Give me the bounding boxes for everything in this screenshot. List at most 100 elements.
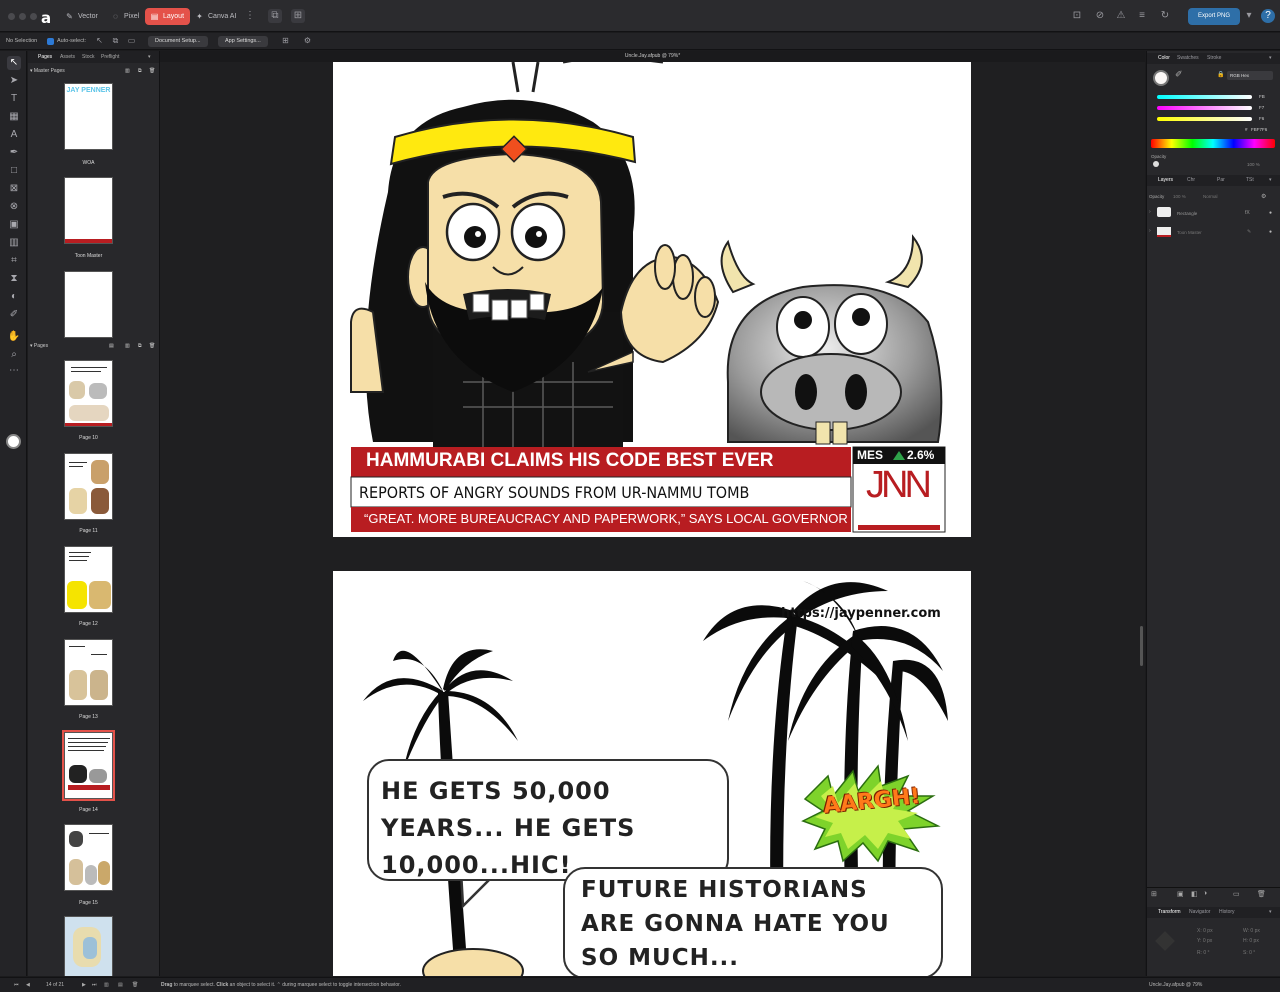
spectrum-bar[interactable] (1151, 139, 1275, 148)
align-icon[interactable]: ≡ (1135, 9, 1149, 23)
next-page-icon[interactable]: ▶ (82, 978, 86, 992)
trash-icon[interactable]: 🗑 (1257, 890, 1266, 898)
rectangle-tool-icon[interactable]: □ (7, 164, 21, 178)
delete-master-icon[interactable]: 🗑 (149, 68, 155, 74)
visibility-eye-icon[interactable]: ● (1269, 210, 1272, 216)
group-select-icon[interactable]: ⧉ (110, 35, 121, 46)
layer-row-toon-master[interactable]: › Toon Master ✎ ● (1147, 224, 1280, 242)
color-well[interactable] (6, 434, 21, 449)
transform-w[interactable]: W: 0 px (1243, 928, 1260, 934)
pointer-select-icon[interactable]: ↖ (94, 35, 105, 46)
hand-tool-icon[interactable]: ✋ (7, 330, 21, 344)
red-slider[interactable] (1157, 95, 1252, 99)
master-thumb-toon[interactable]: Toon Master (64, 177, 113, 259)
prev-page-icon[interactable]: ◀ (26, 978, 30, 992)
more-options-icon[interactable]: ⋮ (243, 9, 257, 23)
persona-vector[interactable]: ✎ Vector (60, 8, 104, 25)
page-thumb[interactable]: Page 13 (64, 639, 113, 720)
master-pages-header[interactable]: ▾ Master Pages (30, 68, 65, 74)
tab-text-styles[interactable]: TSt (1246, 175, 1254, 186)
page-thumb[interactable]: Page 11 (64, 453, 113, 534)
page-options-icon[interactable]: ▤ (109, 343, 114, 349)
node-tool-icon[interactable]: ➤ (7, 74, 21, 88)
vector-crop-tool-icon[interactable]: ⌗ (7, 254, 21, 268)
layer-row-rectangle[interactable]: › Rectangle fX ● (1147, 205, 1280, 223)
page-thumb[interactable] (64, 916, 113, 976)
page-palms-panel[interactable]: https://jaypenner.com AARGH! HE GETS 50,… (333, 571, 971, 976)
add-page-icon[interactable]: ▥ (125, 343, 130, 349)
hex-value[interactable]: FBF7F6 (1251, 127, 1267, 132)
delete-page-icon[interactable]: 🗑 (149, 343, 155, 349)
expand-icon[interactable]: › (1149, 209, 1151, 215)
duplicate-master-icon[interactable]: ⧉ (138, 68, 142, 74)
view-mode-icon[interactable]: ⧉ (268, 9, 282, 23)
zoom-window-button[interactable] (30, 13, 37, 20)
transparency-tool-icon[interactable]: ◐ (7, 290, 21, 304)
artistic-text-tool-icon[interactable]: A (7, 128, 21, 142)
opacity-handle[interactable] (1153, 161, 1159, 167)
frame-text-tool-icon[interactable]: T (7, 92, 21, 106)
add-master-icon[interactable]: ▥ (125, 68, 130, 74)
page-view-icon[interactable]: ▤ (118, 978, 123, 992)
panel-menu-icon[interactable]: ▾ (148, 51, 151, 63)
warning-icon[interactable]: ⚠ (1114, 9, 1128, 23)
tab-swatches[interactable]: Swatches (1177, 53, 1199, 64)
chevron-down-icon[interactable]: ▾ (1242, 9, 1256, 23)
last-page-icon[interactable]: ⏭ (92, 978, 97, 992)
persona-pixel[interactable]: ◌ Pixel (106, 8, 145, 25)
expand-icon[interactable]: › (1149, 228, 1151, 234)
eyedropper-icon[interactable]: ✐ (7, 308, 21, 322)
color-mode-select[interactable]: RGB Hex (1227, 71, 1273, 80)
document-setup-button[interactable]: Document Setup... (148, 36, 208, 47)
persona-canva-ai[interactable]: ✦ Canva AI (190, 8, 242, 25)
transform-x[interactable]: X: 0 px (1197, 928, 1213, 934)
page-thumb[interactable]: Page 15 (64, 824, 113, 906)
fill-tool-icon[interactable]: ⧗ (7, 272, 21, 286)
tab-layers[interactable]: Layers (1158, 175, 1173, 186)
master-thumb-blank[interactable] (64, 271, 113, 338)
tab-color[interactable]: Color (1158, 53, 1170, 64)
trash-icon[interactable]: 🗑 (132, 978, 138, 992)
mask-icon[interactable]: ◧ (1191, 890, 1198, 898)
blend-mode-select[interactable]: Normal (1203, 194, 1218, 199)
zoom-tool-icon[interactable]: ⌕ (7, 348, 21, 362)
rotate-icon[interactable]: ↻ (1158, 9, 1172, 23)
opacity-value[interactable]: 100 % (1247, 162, 1260, 167)
close-window-button[interactable] (8, 13, 15, 20)
tab-navigator[interactable]: Navigator (1189, 907, 1210, 918)
anchor-selector[interactable] (1155, 931, 1175, 951)
panel-menu-icon[interactable]: ▾ (1269, 175, 1272, 186)
page-thumb[interactable]: Page 10 (64, 360, 113, 441)
page-thumb[interactable]: Page 12 (64, 546, 113, 627)
move-tool-icon[interactable]: ↖ (7, 56, 21, 70)
tab-stroke[interactable]: Stroke (1207, 53, 1221, 64)
layer-select-icon[interactable]: ▭ (126, 35, 137, 46)
place-tool-icon[interactable]: ▥ (7, 236, 21, 250)
blue-value[interactable]: F6 (1259, 116, 1264, 121)
pen-tool-icon[interactable]: ✒ (7, 146, 21, 160)
layers-opacity-value[interactable]: 100 % (1173, 194, 1186, 199)
persona-layout[interactable]: ▤ Layout (145, 8, 191, 25)
document-canvas[interactable]: Uncle.Jay.afpub @ 79%* HAMMURABI CLAIMS … (160, 51, 1145, 976)
transform-r[interactable]: R: 0 ° (1197, 950, 1210, 956)
green-slider[interactable] (1157, 106, 1252, 110)
export-png-button[interactable]: Export PNG (1188, 8, 1240, 25)
tab-character[interactable]: Chr (1187, 175, 1195, 186)
page-indicator[interactable]: 14 of 21 (46, 978, 64, 992)
hide-icon[interactable]: ⊘ (1093, 9, 1107, 23)
duplicate-page-icon[interactable]: ⧉ (138, 343, 142, 349)
table-tool-icon[interactable]: ▦ (7, 110, 21, 124)
tab-history[interactable]: History (1219, 907, 1235, 918)
panel-menu-icon[interactable]: ▾ (1269, 53, 1272, 64)
gear-icon[interactable]: ⚙ (302, 35, 313, 46)
gear-icon[interactable]: ⚙ (1261, 193, 1266, 200)
tab-transform[interactable]: Transform (1158, 907, 1181, 918)
page-thumb-current[interactable]: Page 14 (62, 730, 115, 813)
ellipse-frame-tool-icon[interactable]: ⊗ (7, 200, 21, 214)
fill-color-swatch[interactable] (1153, 70, 1169, 86)
minimize-window-button[interactable] (19, 13, 26, 20)
page-news-panel[interactable]: HAMMURABI CLAIMS HIS CODE BEST EVER REPO… (333, 62, 971, 537)
tab-assets[interactable]: Assets (60, 51, 75, 63)
app-logo-icon[interactable]: a (41, 9, 51, 27)
app-settings-button[interactable]: App Settings... (218, 36, 268, 47)
